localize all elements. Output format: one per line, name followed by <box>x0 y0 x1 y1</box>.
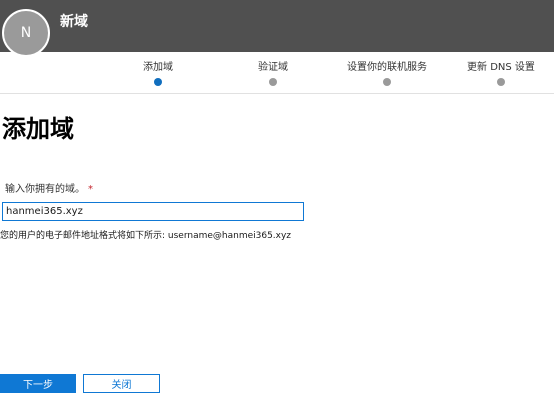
page-title: 添加域 <box>2 115 74 143</box>
avatar: N <box>2 9 50 57</box>
close-button[interactable]: 关闭 <box>83 374 160 393</box>
step-indicator-active <box>154 78 162 86</box>
step-indicator <box>497 78 505 86</box>
step-update-dns[interactable]: 更新 DNS 设置 <box>441 58 554 86</box>
email-format-hint: 您的用户的电子邮件地址格式将如下所示: username@hanmei365.x… <box>0 231 292 241</box>
field-label-text: 输入你拥有的域。 <box>5 184 85 195</box>
step-setup-online-services[interactable]: 设置你的联机服务 <box>327 58 447 86</box>
required-marker: * <box>88 184 93 195</box>
next-button[interactable]: 下一步 <box>0 374 76 393</box>
new-domain-wizard: 新域 N 添加域 验证域 设置你的联机服务 更新 DNS 设置 添加域 输入你拥… <box>0 0 554 405</box>
step-add-domain[interactable]: 添加域 <box>98 58 218 86</box>
step-verify-domain[interactable]: 验证域 <box>213 58 333 86</box>
step-indicator <box>269 78 277 86</box>
wizard-title: 新域 <box>60 14 88 30</box>
step-label: 更新 DNS 设置 <box>467 62 535 73</box>
domain-input[interactable] <box>2 202 304 221</box>
header-bar: 新域 <box>0 0 554 52</box>
step-label: 设置你的联机服务 <box>347 62 427 73</box>
domain-field-label: 输入你拥有的域。 * <box>5 180 93 195</box>
step-label: 验证域 <box>258 62 288 73</box>
step-indicator <box>383 78 391 86</box>
step-label: 添加域 <box>143 62 173 73</box>
step-progress: 添加域 验证域 设置你的联机服务 更新 DNS 设置 <box>0 52 554 94</box>
